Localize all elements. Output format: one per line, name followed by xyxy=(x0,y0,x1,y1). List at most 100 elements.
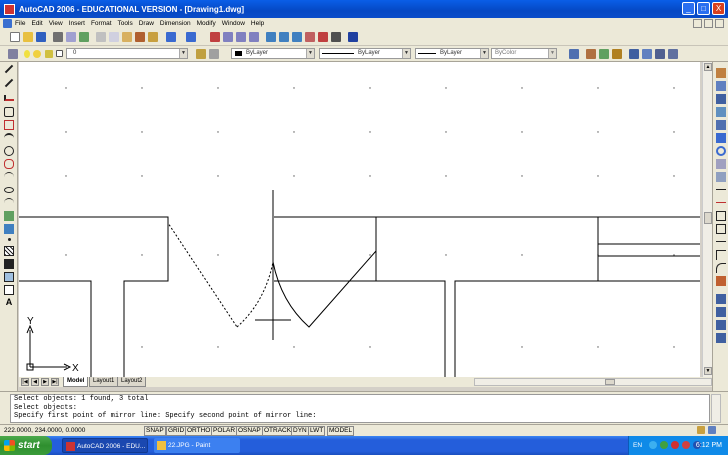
quickcalc-icon[interactable] xyxy=(331,32,341,42)
undo-icon[interactable] xyxy=(166,32,176,42)
open-folder-icon[interactable] xyxy=(23,32,33,42)
layer-on-bulb-icon[interactable] xyxy=(24,50,30,58)
clock[interactable]: 6:12 PM xyxy=(696,436,722,455)
copy-object-icon[interactable] xyxy=(716,81,726,91)
menu-modify[interactable]: Modify xyxy=(197,20,216,27)
menu-tools[interactable]: Tools xyxy=(118,20,133,27)
last-tab-icon[interactable]: ▶| xyxy=(51,378,59,386)
lineweight-control-dropdown[interactable]: ByLayer ▼ xyxy=(415,48,489,59)
minimize-button[interactable]: _ xyxy=(682,2,695,15)
start-button[interactable]: start xyxy=(0,436,52,455)
scroll-down-icon[interactable]: ▼ xyxy=(704,367,712,375)
block-editor-icon[interactable] xyxy=(148,32,158,42)
taskbar-item-autocad[interactable]: AutoCAD 2006 - EDU... xyxy=(62,438,148,453)
insert-block-icon[interactable] xyxy=(4,211,14,221)
layer-thaw-sun-icon[interactable] xyxy=(33,50,41,58)
layer-color-swatch-icon[interactable] xyxy=(56,50,63,57)
vertical-scroll-thumb[interactable] xyxy=(704,212,712,224)
status-tray-icon[interactable] xyxy=(708,426,716,434)
layer-manager-icon[interactable] xyxy=(8,49,18,59)
menu-insert[interactable]: Insert xyxy=(69,20,85,27)
properties-icon[interactable] xyxy=(266,32,276,42)
menu-file[interactable]: File xyxy=(15,20,25,27)
zoom-window-icon[interactable] xyxy=(236,32,246,42)
cut-icon[interactable] xyxy=(96,32,106,42)
model-space-toggle[interactable]: MODEL xyxy=(327,426,355,436)
help-icon[interactable] xyxy=(348,32,358,42)
workspace-icon-4[interactable] xyxy=(668,49,678,59)
erase-icon[interactable] xyxy=(716,68,726,78)
make-block-icon[interactable] xyxy=(4,224,14,234)
region-icon[interactable] xyxy=(4,272,14,282)
workspace-icon-3[interactable] xyxy=(655,49,665,59)
horizontal-scrollbar[interactable] xyxy=(474,378,712,386)
trim-icon[interactable] xyxy=(716,185,726,190)
autocad-app-icon[interactable] xyxy=(4,3,15,15)
chamfer-icon[interactable] xyxy=(716,250,726,260)
otrack-toggle[interactable]: OTRACK xyxy=(262,426,294,436)
ellipse-icon[interactable] xyxy=(4,187,14,193)
scale-icon[interactable] xyxy=(716,159,726,169)
tray-icon-1[interactable] xyxy=(649,441,657,449)
hatch-icon[interactable] xyxy=(4,246,14,256)
gradient-icon[interactable] xyxy=(4,259,14,269)
line-icon[interactable] xyxy=(4,64,14,74)
dim-style-icon[interactable] xyxy=(599,49,609,59)
extend-icon[interactable] xyxy=(716,198,726,203)
print-icon[interactable] xyxy=(53,32,63,42)
drawing-area[interactable]: Y X xyxy=(19,62,700,377)
revision-cloud-icon[interactable] xyxy=(4,159,14,169)
menu-dimension[interactable]: Dimension xyxy=(160,20,191,27)
rectangle-icon[interactable] xyxy=(4,120,14,130)
workspace-icon-2[interactable] xyxy=(642,49,652,59)
design-center-icon[interactable] xyxy=(279,32,289,42)
layer-unlock-icon[interactable] xyxy=(45,50,53,58)
previous-tab-icon[interactable]: ◀ xyxy=(31,378,39,386)
ortho-toggle[interactable]: ORTHO xyxy=(185,426,213,436)
polar-toggle[interactable]: POLAR xyxy=(211,426,238,436)
plotstyle-control-dropdown[interactable]: ByColor ▼ xyxy=(491,48,557,59)
fillet-icon[interactable] xyxy=(716,263,726,273)
color-control-dropdown[interactable]: ByLayer ▼ xyxy=(231,48,315,59)
vertical-scrollbar[interactable]: ▲ ▼ xyxy=(702,62,712,377)
grid-toggle[interactable]: GRID xyxy=(166,426,187,436)
lwt-toggle[interactable]: LWT xyxy=(308,426,326,436)
sheet-set-icon[interactable] xyxy=(305,32,315,42)
plot-preview-icon[interactable] xyxy=(66,32,76,42)
stretch-icon[interactable] xyxy=(716,172,726,182)
text-style-icon[interactable] xyxy=(586,49,596,59)
linetype-control-dropdown[interactable]: ByLayer ▼ xyxy=(319,48,411,59)
layer-dropdown[interactable]: 0 ▼ xyxy=(66,48,188,59)
tray-icon-2[interactable] xyxy=(660,441,668,449)
match-properties-icon[interactable] xyxy=(135,32,145,42)
polyline-icon[interactable] xyxy=(4,95,14,101)
doc-restore-button[interactable] xyxy=(704,19,713,28)
menu-draw[interactable]: Draw xyxy=(139,20,154,27)
mirror-icon[interactable] xyxy=(716,94,726,104)
multiline-text-icon[interactable]: A xyxy=(4,297,14,307)
draw-order-back-icon[interactable] xyxy=(716,307,726,317)
tray-icon-3[interactable] xyxy=(671,441,679,449)
copy-icon[interactable] xyxy=(109,32,119,42)
tab-layout2[interactable]: Layout2 xyxy=(117,377,147,387)
first-tab-icon[interactable]: |◀ xyxy=(21,378,29,386)
rotate-icon[interactable] xyxy=(716,146,726,156)
break-icon[interactable] xyxy=(716,224,726,234)
tray-icon-4[interactable] xyxy=(682,441,690,449)
array-icon[interactable] xyxy=(716,120,726,130)
move-icon[interactable] xyxy=(716,133,726,143)
join-icon[interactable] xyxy=(716,237,726,242)
menu-view[interactable]: View xyxy=(49,20,63,27)
language-indicator[interactable]: EN xyxy=(633,436,642,455)
close-button[interactable]: X xyxy=(712,2,725,15)
construction-line-icon[interactable] xyxy=(4,78,14,88)
explode-icon[interactable] xyxy=(716,276,726,286)
lock-toolbars-icon[interactable] xyxy=(697,426,705,434)
workspace-icon-1[interactable] xyxy=(629,49,639,59)
arc-icon[interactable] xyxy=(4,133,14,143)
command-scrollbar[interactable] xyxy=(711,394,721,423)
draw-order-under-icon[interactable] xyxy=(716,333,726,343)
scroll-up-icon[interactable]: ▲ xyxy=(704,63,712,71)
osnap-toggle[interactable]: OSNAP xyxy=(236,426,263,436)
zoom-previous-icon[interactable] xyxy=(249,32,259,42)
